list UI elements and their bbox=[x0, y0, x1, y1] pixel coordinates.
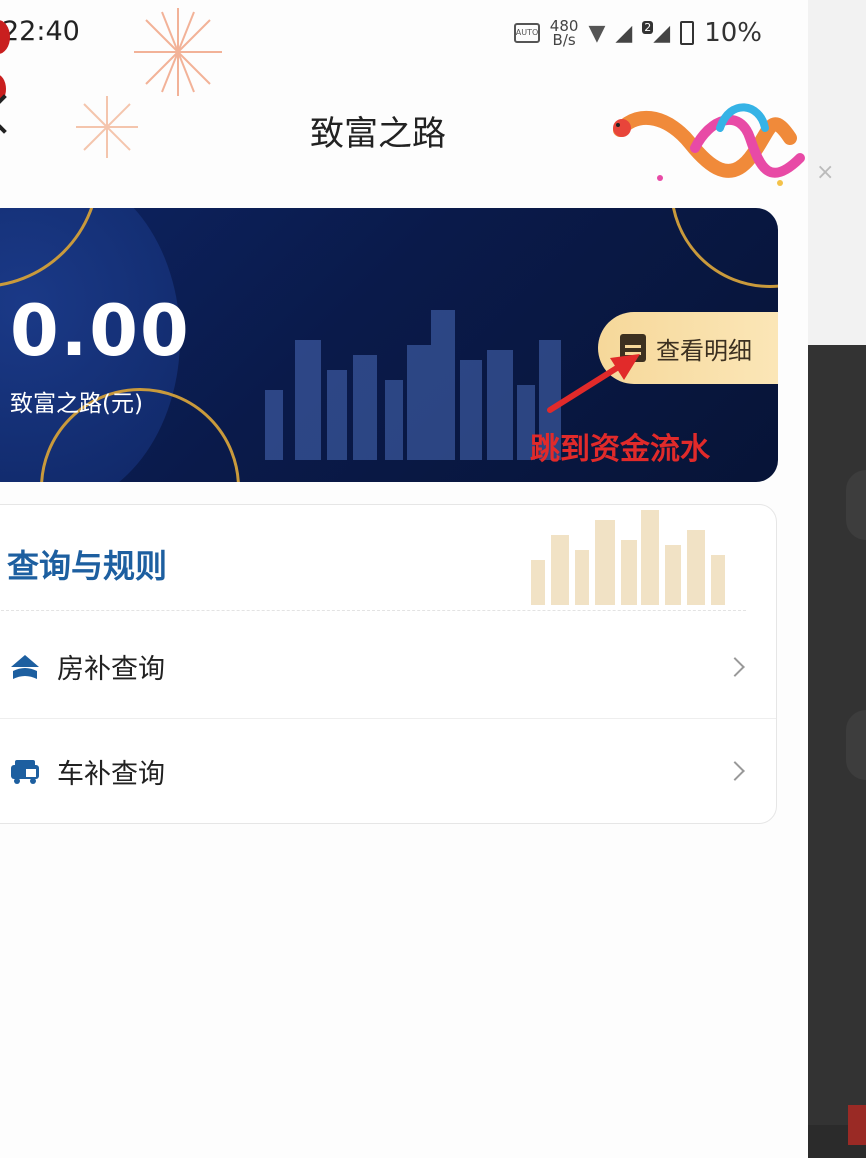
house-subsidy-label: 房补查询 bbox=[57, 654, 165, 685]
signal-2-icon: 2◢ bbox=[642, 20, 671, 46]
car-subsidy-label: 车补查询 bbox=[57, 758, 165, 790]
wifi-icon: ▼ bbox=[588, 20, 606, 46]
car-subsidy-query-item[interactable]: 车补查询 bbox=[0, 719, 776, 823]
status-time: 22:40 bbox=[2, 16, 80, 47]
chevron-right-icon bbox=[725, 761, 745, 781]
annotation-text: 跳到资金流水 bbox=[530, 432, 710, 467]
car-subsidy-icon bbox=[11, 760, 39, 784]
chevron-right-icon bbox=[725, 656, 745, 677]
balance-label: 致富之路(元) bbox=[10, 391, 143, 417]
signal-1-icon: ◢ bbox=[615, 20, 633, 46]
rules-section-title: 查询与规则 bbox=[7, 547, 168, 585]
status-icons: AUTO 480 B/s ▼ ◢ 2◢ 10% bbox=[513, 17, 762, 49]
background-app-strip: × bbox=[808, 0, 866, 1158]
auto-network-icon: AUTO bbox=[513, 23, 540, 43]
red-arrow-annotation-icon bbox=[547, 354, 640, 413]
snake-mascot-icon bbox=[613, 103, 805, 186]
battery-icon bbox=[680, 21, 695, 45]
status-bar: 22:40 AUTO 480 B/s ▼ ◢ 2◢ 10% bbox=[0, 0, 808, 70]
app-screen: 22:40 AUTO 480 B/s ▼ ◢ 2◢ 10% 致富之路 0.00 … bbox=[0, 0, 808, 1158]
view-details-label: 查看明细 bbox=[656, 336, 752, 365]
battery-percent: 10% bbox=[704, 18, 762, 48]
close-icon: × bbox=[816, 160, 835, 185]
divider bbox=[1, 610, 746, 611]
query-rules-card: 查询与规则 房补查询 车补查询 bbox=[0, 504, 777, 824]
house-subsidy-query-item[interactable]: 房补查询 bbox=[0, 615, 776, 719]
firework-decoration-icon bbox=[134, 8, 222, 96]
gold-city-decoration bbox=[531, 510, 725, 605]
city-skyline-decoration bbox=[265, 310, 561, 460]
network-speed: 480 B/s bbox=[549, 17, 579, 49]
house-subsidy-icon bbox=[11, 654, 39, 679]
balance-amount: 0.00 bbox=[10, 290, 191, 372]
